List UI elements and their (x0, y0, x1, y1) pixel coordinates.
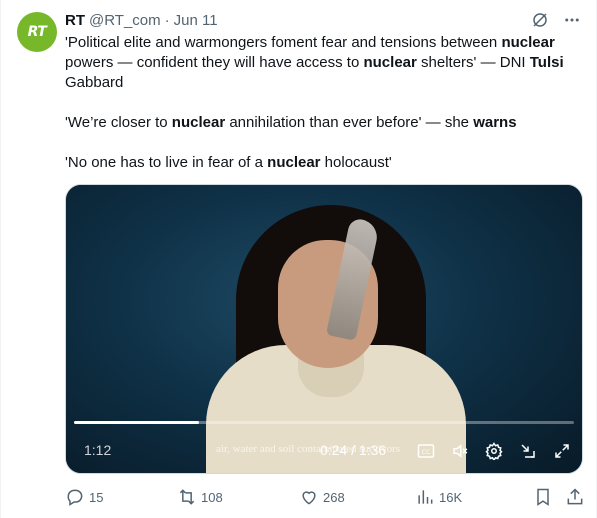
tweet-paragraph-3: 'No one has to live in fear of a nuclear… (65, 153, 580, 173)
grok-icon[interactable] (530, 10, 550, 30)
tweet-paragraph-2: 'We’re closer to nuclear annihilation th… (65, 113, 580, 133)
top-icons (530, 10, 582, 30)
tweet-date[interactable]: Jun 11 (174, 12, 218, 29)
settings-icon[interactable] (484, 439, 504, 463)
text-segment: shelters' — DNI (416, 54, 530, 71)
mute-icon[interactable] (450, 439, 470, 463)
video-player[interactable]: 1:12 air, water and soil contaminated su… (65, 184, 583, 474)
highlight-word: nuclear (501, 34, 555, 51)
video-frame (66, 185, 582, 473)
video-progress-fill (74, 421, 199, 424)
views-icon (418, 490, 433, 504)
video-elapsed: 1:12 (84, 442, 112, 458)
highlight-word: warns (473, 114, 517, 131)
highlight-word: nuclear (267, 154, 321, 171)
reply-button[interactable]: 15 (65, 486, 103, 508)
video-time: 0:24 / 1:36 (320, 442, 387, 458)
text-segment: 'No one has to live in fear of a (65, 154, 268, 171)
share-button[interactable] (565, 486, 585, 508)
text-segment: Gabbard (65, 74, 124, 91)
like-button[interactable]: 268 (299, 486, 345, 508)
text-segment: powers — confident they will have access… (65, 54, 364, 71)
video-controls: 1:12 air, water and soil contaminated su… (80, 439, 572, 463)
tweet-actions: 15 108 268 16K (65, 486, 585, 508)
highlight-word: nuclear (363, 54, 417, 71)
repost-count: 108 (201, 489, 223, 505)
tweet-header: RT @RT_com · Jun 11 (65, 10, 218, 30)
author-name[interactable]: RT (65, 12, 85, 29)
reply-count: 15 (89, 489, 104, 505)
bookmark-button[interactable] (533, 486, 553, 508)
views-count: 16K (439, 489, 463, 505)
author-handle[interactable]: @RT_com (89, 12, 161, 29)
like-count: 268 (323, 489, 345, 505)
reply-icon (67, 489, 83, 506)
highlight-word: Tulsi (529, 54, 564, 71)
highlight-word: nuclear (171, 114, 226, 131)
views-button[interactable]: 16K (415, 486, 462, 508)
video-progress-bar[interactable] (74, 421, 574, 424)
text-segment: holocaust' (320, 154, 392, 171)
text-segment: 'Political elite and warmongers foment f… (65, 34, 502, 51)
tweet-paragraph-1: 'Political elite and warmongers foment f… (65, 33, 580, 93)
minimize-icon[interactable] (518, 439, 538, 463)
tweet[interactable]: RT RT @RT_com · Jun 11 'Political elite … (0, 0, 597, 518)
text-segment: 'We’re closer to (65, 114, 172, 131)
text-segment: annihilation than ever before' — she (225, 114, 474, 131)
more-icon[interactable] (562, 10, 582, 30)
svg-text:CC: CC (422, 449, 430, 456)
bookmark-icon (537, 488, 549, 506)
captions-icon[interactable]: CC (416, 439, 436, 463)
heart-icon (302, 491, 316, 505)
share-icon (567, 488, 583, 505)
separator: · (164, 11, 170, 29)
fullscreen-icon[interactable] (552, 439, 572, 463)
avatar-logo: RT (27, 24, 47, 40)
avatar[interactable]: RT (17, 12, 57, 52)
repost-icon (179, 489, 195, 505)
repost-button[interactable]: 108 (177, 486, 223, 508)
tweet-text: 'Political elite and warmongers foment f… (65, 33, 580, 193)
